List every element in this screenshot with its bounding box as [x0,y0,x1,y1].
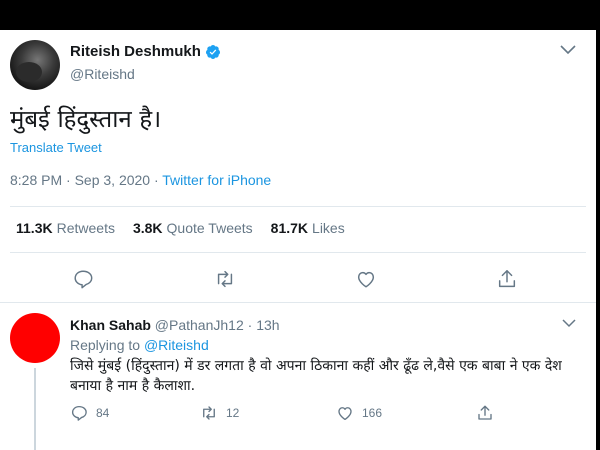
reply-count: 84 [96,406,110,420]
reply-icon[interactable] [72,268,94,290]
reply-handle[interactable]: @PathanJh12 [155,317,244,333]
tweet-stats: 11.3K Retweets 3.8K Quote Tweets 81.7K Like… [16,220,345,236]
share-icon [478,405,492,420]
tweet-text: मुंबई हिंदुस्तान है। [10,105,162,133]
tweet-card: Riteish Deshmukh @Riteishd मुंबई हिंदुस्… [0,30,596,450]
like-count: 166 [362,406,383,420]
reply-header: Khan Sahab @PathanJh12 · 13h [70,317,280,333]
avatar[interactable] [10,40,60,90]
divider [10,252,586,253]
reply-icon [71,405,87,421]
reply-avatar[interactable] [10,313,60,363]
retweet-count: 12 [226,406,240,420]
source-link[interactable]: Twitter for iPhone [162,172,271,188]
reply-share-action[interactable] [476,404,494,422]
chevron-down-icon[interactable] [562,319,576,328]
chevron-down-icon[interactable] [560,45,576,55]
reply-display-name[interactable]: Khan Sahab [70,317,151,333]
like-icon[interactable] [355,268,377,290]
reply-like-action[interactable]: 166 [336,404,382,422]
like-icon [338,407,352,421]
translate-tweet-link[interactable]: Translate Tweet [10,140,102,155]
reply-retweet-action[interactable]: 12 [200,404,239,422]
frame-edge [596,0,600,450]
reply-text: जिसे मुंबई (हिंदुस्तान) में डर लगता है व… [70,358,562,394]
reply-actions: 84 12 166 [70,404,570,424]
divider [10,206,586,207]
divider [0,302,596,303]
replying-to-link[interactable]: @Riteishd [144,337,209,353]
quote-tweets-stat[interactable]: 3.8K Quote Tweets [133,220,253,236]
retweets-stat[interactable]: 11.3K Retweets [16,220,115,236]
share-icon[interactable] [496,268,518,290]
handle[interactable]: @Riteishd [70,64,221,84]
tweet-actions [0,268,596,290]
retweet-icon [203,406,215,420]
likes-stat[interactable]: 81.7K Likes [271,220,345,236]
display-name[interactable]: Riteish Deshmukh [70,42,201,62]
verified-icon [205,45,220,59]
replying-to: Replying to @Riteishd [70,337,209,353]
author-block: Riteish Deshmukh @Riteishd [70,42,221,84]
thread-line [34,368,36,450]
tweet-meta: 8:28 PM · Sep 3, 2020 · Twitter for iPho… [10,172,271,188]
timestamp[interactable]: 8:28 PM · Sep 3, 2020 · [10,172,162,188]
reply-time[interactable]: · 13h [244,317,280,333]
retweet-icon[interactable] [214,268,236,290]
reply-reply-action[interactable]: 84 [70,404,109,422]
